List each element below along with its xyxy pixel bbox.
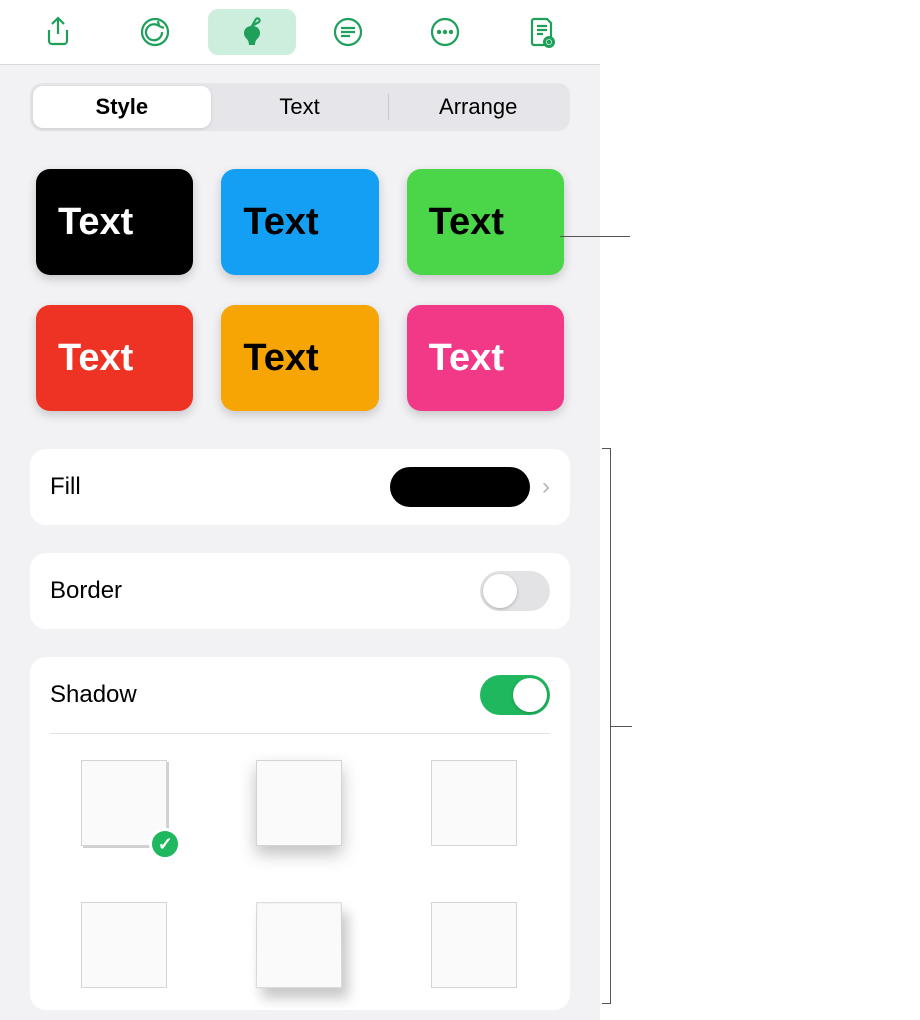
share-button[interactable] <box>14 9 102 55</box>
preset-red[interactable]: Text <box>36 305 193 411</box>
fill-label: Fill <box>50 473 81 501</box>
fill-card: Fill › <box>30 449 570 525</box>
preset-black[interactable]: Text <box>36 169 193 275</box>
preset-blue[interactable]: Text <box>221 169 378 275</box>
check-icon: ✓ <box>149 828 181 860</box>
border-card: Border <box>30 553 570 629</box>
callout-tick-top2 <box>602 448 610 449</box>
shadow-option-1[interactable]: ✓ <box>81 760 169 848</box>
style-presets: Text Text Text Text Text Text <box>30 169 570 411</box>
border-row: Border <box>30 553 570 629</box>
fill-row[interactable]: Fill › <box>30 449 570 525</box>
style-settings: Fill › Border Shadow <box>30 449 570 1010</box>
border-toggle[interactable] <box>480 571 550 611</box>
shadow-card: Shadow ✓ <box>30 657 570 1010</box>
callout-tick-mid <box>610 726 632 727</box>
reader-view-button[interactable] <box>498 9 586 55</box>
shadow-option-6[interactable] <box>431 902 519 990</box>
tab-text[interactable]: Text <box>211 86 389 128</box>
shadow-options: ✓ <box>30 734 570 990</box>
toolbar <box>0 0 600 65</box>
callout-tick-bottom <box>602 1003 610 1004</box>
fill-color-swatch[interactable] <box>390 467 530 507</box>
document-settings-button[interactable] <box>304 9 392 55</box>
preset-amber[interactable]: Text <box>221 305 378 411</box>
shadow-label: Shadow <box>50 681 137 709</box>
callout-line-presets <box>560 236 630 237</box>
chevron-right-icon: › <box>542 473 550 501</box>
tab-arrange[interactable]: Arrange <box>389 86 567 128</box>
shadow-toggle[interactable] <box>480 675 550 715</box>
tabs-segmented: Style Text Arrange <box>30 83 570 131</box>
preset-green[interactable]: Text <box>407 169 564 275</box>
content-area: Style Text Arrange Text Text Text Text T… <box>0 65 600 1020</box>
format-button[interactable] <box>208 9 296 55</box>
shadow-option-5[interactable] <box>256 902 344 990</box>
format-panel: Style Text Arrange Text Text Text Text T… <box>0 0 600 1020</box>
undo-button[interactable] <box>111 9 199 55</box>
shadow-option-2[interactable] <box>256 760 344 848</box>
preset-pink[interactable]: Text <box>407 305 564 411</box>
more-button[interactable] <box>401 9 489 55</box>
shadow-option-3[interactable] <box>431 760 519 848</box>
shadow-option-4[interactable] <box>81 902 169 990</box>
border-label: Border <box>50 577 122 605</box>
tab-style[interactable]: Style <box>33 86 211 128</box>
shadow-row: Shadow <box>30 657 570 733</box>
